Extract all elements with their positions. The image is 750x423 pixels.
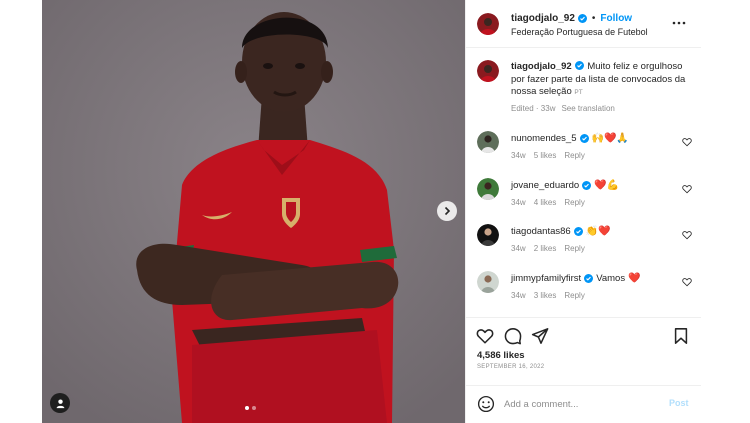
- post-side-panel: tiagodjalo_92 • Follow Federação Portugu…: [465, 0, 701, 423]
- post-comment-button[interactable]: Post: [669, 398, 689, 408]
- comment-line: tiagodantas86 👏❤️: [511, 226, 611, 237]
- comment-line: jimmypfamilyfirst Vamos ❤️: [511, 273, 641, 284]
- author-username[interactable]: tiagodjalo_92: [511, 13, 575, 24]
- comment-item: jovane_eduardo ❤️💪 34w 4 likes Reply: [477, 178, 692, 218]
- author-subtitle[interactable]: Federação Portuguesa de Futebol: [511, 27, 648, 37]
- comment-meta: 34w 4 likes Reply: [511, 198, 593, 207]
- user-icon: [56, 398, 64, 408]
- verified-badge-icon: [574, 61, 584, 70]
- flag-pt: PT: [574, 89, 583, 96]
- comment-username[interactable]: jimmypfamilyfirst: [511, 273, 581, 284]
- see-translation-link[interactable]: See translation: [561, 104, 614, 113]
- caption-meta: Edited · 33w See translation: [511, 104, 615, 113]
- comment-avatar[interactable]: [477, 271, 499, 293]
- carousel-dot: [252, 406, 256, 410]
- comment-age: 34w: [511, 291, 526, 300]
- author-line: tiagodjalo_92 • Follow: [511, 13, 632, 24]
- author-avatar[interactable]: [477, 13, 499, 35]
- heart-outline-icon[interactable]: [682, 230, 692, 240]
- comment-line: nunomendes_5 🙌❤️🙏: [511, 133, 629, 144]
- more-options-icon[interactable]: [672, 17, 686, 29]
- comment-text: Vamos: [596, 273, 626, 284]
- comment-line: jovane_eduardo ❤️💪: [511, 180, 619, 191]
- like-heart-icon[interactable]: [476, 327, 494, 345]
- heart-outline-icon[interactable]: [682, 184, 692, 194]
- reply-button[interactable]: Reply: [564, 244, 584, 253]
- reply-button[interactable]: Reply: [564, 151, 584, 160]
- tagged-users-button[interactable]: [50, 393, 70, 413]
- share-send-icon[interactable]: [531, 327, 549, 345]
- verified-badge-icon: [582, 181, 592, 190]
- comment-likes[interactable]: 4 likes: [534, 198, 557, 207]
- post-date: SEPTEMBER 16, 2022: [477, 364, 545, 370]
- comment-username[interactable]: jovane_eduardo: [511, 180, 579, 191]
- post-header: tiagodjalo_92 • Follow Federação Portugu…: [466, 0, 701, 48]
- verified-badge-icon: [577, 14, 587, 23]
- comment-age: 34w: [511, 198, 526, 207]
- comment-item: tiagodantas86 👏❤️ 34w 2 likes Reply: [477, 224, 692, 264]
- comment-likes[interactable]: 3 likes: [534, 291, 557, 300]
- comment-avatar[interactable]: [477, 131, 499, 153]
- reply-button[interactable]: Reply: [564, 291, 584, 300]
- caption-edited: Edited · 33w: [511, 104, 556, 113]
- comment-input[interactable]: [504, 397, 654, 411]
- heart-outline-icon[interactable]: [682, 277, 692, 287]
- verified-badge-icon: [584, 274, 594, 283]
- comment-age: 34w: [511, 151, 526, 160]
- comment-avatar[interactable]: [477, 224, 499, 246]
- carousel-indicator: [245, 406, 256, 410]
- follow-button[interactable]: Follow: [600, 13, 632, 24]
- caption-username[interactable]: tiagodjalo_92: [511, 61, 572, 72]
- emoji-smiley-icon[interactable]: [477, 395, 495, 413]
- comment-emoji: ❤️: [628, 272, 641, 284]
- comment-bubble-icon[interactable]: [504, 327, 522, 345]
- caption-avatar[interactable]: [477, 60, 499, 82]
- comment-username[interactable]: nunomendes_5: [511, 133, 577, 144]
- comment-username[interactable]: tiagodantas86: [511, 226, 571, 237]
- post-media[interactable]: [42, 0, 465, 423]
- comment-likes[interactable]: 5 likes: [534, 151, 557, 160]
- comment-item: jimmypfamilyfirst Vamos ❤️ 34w 3 likes Rep…: [477, 271, 692, 311]
- comment-item: nunomendes_5 🙌❤️🙏 34w 5 likes Reply: [477, 131, 692, 171]
- likes-count[interactable]: 4,586 likes: [477, 350, 525, 361]
- comment-meta: 34w 3 likes Reply: [511, 291, 593, 300]
- reply-button[interactable]: Reply: [564, 198, 584, 207]
- comment-avatar[interactable]: [477, 178, 499, 200]
- comment-likes[interactable]: 2 likes: [534, 244, 557, 253]
- caption-text-block: tiagodjalo_92 Muito feliz e orgulhoso po…: [511, 61, 691, 100]
- comment-emoji: 🙌❤️🙏: [591, 132, 629, 144]
- verified-badge-icon: [573, 227, 583, 236]
- verified-badge-icon: [579, 134, 589, 143]
- bookmark-icon[interactable]: [672, 327, 690, 345]
- comment-meta: 34w 2 likes Reply: [511, 244, 593, 253]
- comment-emoji: 👏❤️: [585, 225, 611, 237]
- separator-dot: •: [591, 13, 596, 24]
- next-image-button[interactable]: [437, 201, 457, 221]
- heart-outline-icon[interactable]: [682, 137, 692, 147]
- add-comment-bar: Post: [466, 385, 701, 423]
- comment-age: 34w: [511, 244, 526, 253]
- comment-meta: 34w 5 likes Reply: [511, 151, 593, 160]
- carousel-dot-active: [245, 406, 249, 410]
- player-photo: [42, 0, 465, 423]
- comment-emoji: ❤️💪: [594, 179, 620, 191]
- chevron-right-icon: [444, 206, 451, 216]
